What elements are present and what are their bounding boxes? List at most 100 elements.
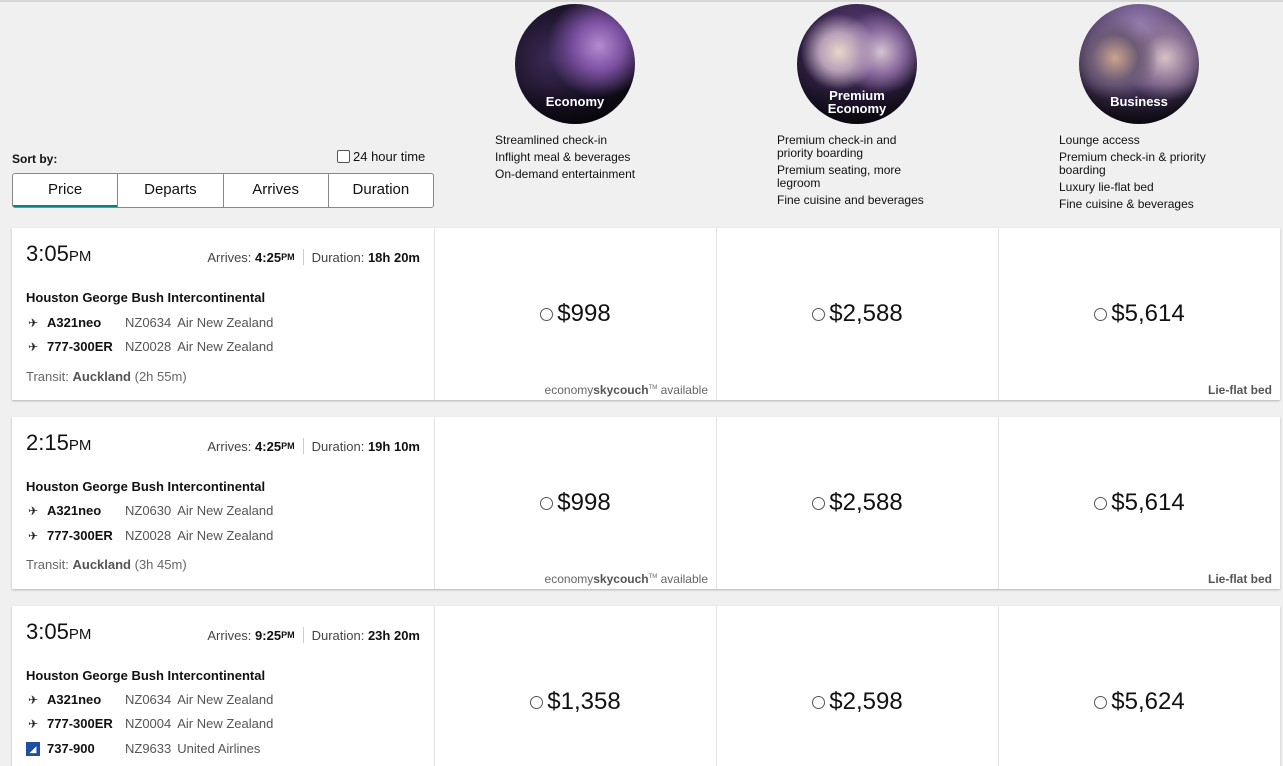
flight-row: 3:05PM Arrives: 4:25 PM Duration: 18h 20m…	[12, 228, 1280, 400]
duration-label: Duration:	[311, 249, 365, 265]
flight-info[interactable]: 3:05PM Arrives: 9:25 PM Duration: 23h 20m…	[12, 606, 435, 766]
transit-info: Transit: Auckland (3h 45m)	[26, 557, 187, 572]
aircraft: 737-900	[47, 741, 95, 756]
sort-tabs: Price Departs Arrives Duration	[12, 173, 434, 208]
price: $5,614	[1111, 300, 1185, 327]
airline: Air New Zealand	[177, 339, 274, 354]
fare-business[interactable]: $5,614 Lie-flat bed	[999, 228, 1280, 400]
sort-tab-duration[interactable]: Duration	[327, 174, 433, 207]
cabin-features: Lounge access Premium check-in & priorit…	[1059, 134, 1219, 211]
feature: Premium check-in and priority boarding	[777, 133, 897, 160]
flight-segment: ◢ 737-900 NZ9633 United Airlines	[26, 741, 260, 756]
origin-airport: Houston George Bush Intercontinental	[26, 290, 266, 305]
fare-premium-economy[interactable]: $2,598	[717, 606, 999, 766]
fare-economy[interactable]: $998 economyskycouchTM available	[435, 228, 717, 400]
arrival-time: 9:25	[255, 627, 282, 643]
flight-info[interactable]: 3:05PM Arrives: 4:25 PM Duration: 18h 20m…	[12, 228, 435, 400]
air-new-zealand-icon: ✈	[27, 339, 39, 354]
flight-row: 3:05PM Arrives: 9:25 PM Duration: 23h 20m…	[12, 606, 1280, 766]
flight-segment: ✈ 777-300ER NZ0028 Air New Zealand	[26, 528, 273, 543]
radio-icon[interactable]	[1094, 695, 1108, 709]
radio-icon[interactable]	[530, 695, 544, 709]
air-new-zealand-icon: ✈	[27, 716, 39, 731]
departure-time: 3:05PM	[26, 619, 92, 644]
air-new-zealand-icon: ✈	[27, 503, 39, 518]
duration-value: 19h 10m	[367, 438, 420, 454]
aircraft: A321neo	[47, 503, 102, 518]
aircraft: 777-300ER	[47, 339, 113, 354]
checkbox-icon[interactable]	[337, 150, 350, 163]
airline: United Airlines	[177, 741, 261, 756]
arrives-label: Arrives:	[207, 627, 252, 643]
departure-time: 3:05PM	[26, 241, 92, 266]
fare-premium-economy[interactable]: $2,588	[717, 417, 999, 589]
sort-by-label: Sort by:	[12, 152, 58, 166]
radio-icon[interactable]	[1094, 496, 1108, 510]
flight-segment: ✈ 777-300ER NZ0004 Air New Zealand	[26, 716, 273, 731]
flight-number: NZ9633	[125, 741, 172, 756]
radio-icon[interactable]	[540, 496, 554, 510]
flight-number: NZ0004	[125, 716, 172, 731]
price: $998	[557, 300, 611, 327]
business-cabin-image: Business	[1079, 4, 1199, 124]
cabin-business: Business Lounge access Premium check-in …	[1059, 4, 1283, 215]
flight-number: NZ0028	[125, 339, 172, 354]
feature: Lounge access	[1059, 133, 1140, 147]
sort-tab-price[interactable]: Price	[13, 174, 118, 207]
fare-business[interactable]: $5,624	[999, 606, 1280, 766]
sort-tab-arrives[interactable]: Arrives	[222, 174, 328, 207]
feature: Streamlined check-in	[495, 133, 608, 147]
cabin-name-line2: Economy	[827, 101, 887, 116]
air-new-zealand-icon: ✈	[27, 692, 39, 707]
cabin-features: Streamlined check-in Inflight meal & bev…	[495, 134, 735, 181]
price: $998	[557, 489, 611, 516]
feature: Inflight meal & beverages	[495, 150, 631, 164]
airline: Air New Zealand	[177, 528, 274, 543]
fare-business[interactable]: $5,614 Lie-flat bed	[999, 417, 1280, 589]
skycouch-note: economyskycouchTM available	[544, 383, 708, 397]
departure-time: 2:15PM	[26, 430, 92, 455]
price: $2,598	[829, 688, 903, 715]
arrives-label: Arrives:	[207, 249, 252, 265]
flight-number: NZ0630	[125, 503, 172, 518]
air-new-zealand-icon: ✈	[27, 528, 39, 543]
sort-tab-departs[interactable]: Departs	[117, 174, 222, 207]
premium-economy-cabin-image: Premium Economy	[797, 4, 917, 124]
fare-economy[interactable]: $998 economyskycouchTM available	[435, 417, 717, 589]
economy-cabin-image: Economy	[515, 4, 635, 124]
aircraft: A321neo	[47, 692, 102, 707]
price: $5,624	[1111, 688, 1185, 715]
radio-icon[interactable]	[812, 496, 826, 510]
flight-info[interactable]: 2:15PM Arrives: 4:25 PM Duration: 19h 10m…	[12, 417, 435, 589]
feature: On-demand entertainment	[495, 167, 636, 181]
duration-value: 18h 20m	[367, 249, 420, 265]
cabin-features: Premium check-in and priority boarding P…	[777, 134, 937, 207]
origin-airport: Houston George Bush Intercontinental	[26, 668, 266, 683]
top-shadow	[0, 0, 1283, 2]
24-hour-toggle[interactable]: 24 hour time	[337, 149, 425, 164]
radio-icon[interactable]	[1094, 307, 1108, 321]
radio-icon[interactable]	[812, 695, 826, 709]
radio-icon[interactable]	[812, 307, 826, 321]
flight-number: NZ0634	[125, 315, 172, 330]
cabin-premium-economy: Premium Economy Premium check-in and pri…	[777, 4, 1017, 211]
airline: Air New Zealand	[177, 315, 274, 330]
transit-info: Transit: Auckland (2h 55m)	[26, 369, 187, 384]
flight-meta: Arrives: 4:25 PM Duration: 18h 20m	[207, 249, 420, 265]
airline: Air New Zealand	[177, 692, 274, 707]
flight-segment: ✈ A321neo NZ0630 Air New Zealand	[26, 503, 273, 518]
airline: Air New Zealand	[177, 503, 274, 518]
fare-economy[interactable]: $1,358	[435, 606, 717, 766]
aircraft: 777-300ER	[47, 716, 113, 731]
flight-segment: ✈ A321neo NZ0634 Air New Zealand	[26, 315, 273, 330]
fare-premium-economy[interactable]: $2,588	[717, 228, 999, 400]
radio-icon[interactable]	[540, 307, 554, 321]
feature: Premium seating, more legroom	[777, 163, 902, 190]
air-new-zealand-icon: ✈	[27, 315, 39, 330]
cabin-name: Business	[1110, 94, 1168, 109]
price: $2,588	[829, 300, 903, 327]
feature: Fine cuisine & beverages	[1059, 197, 1194, 211]
price: $5,614	[1111, 489, 1185, 516]
flight-meta: Arrives: 4:25 PM Duration: 19h 10m	[207, 438, 420, 454]
lie-flat-note: Lie-flat bed	[1207, 572, 1272, 586]
